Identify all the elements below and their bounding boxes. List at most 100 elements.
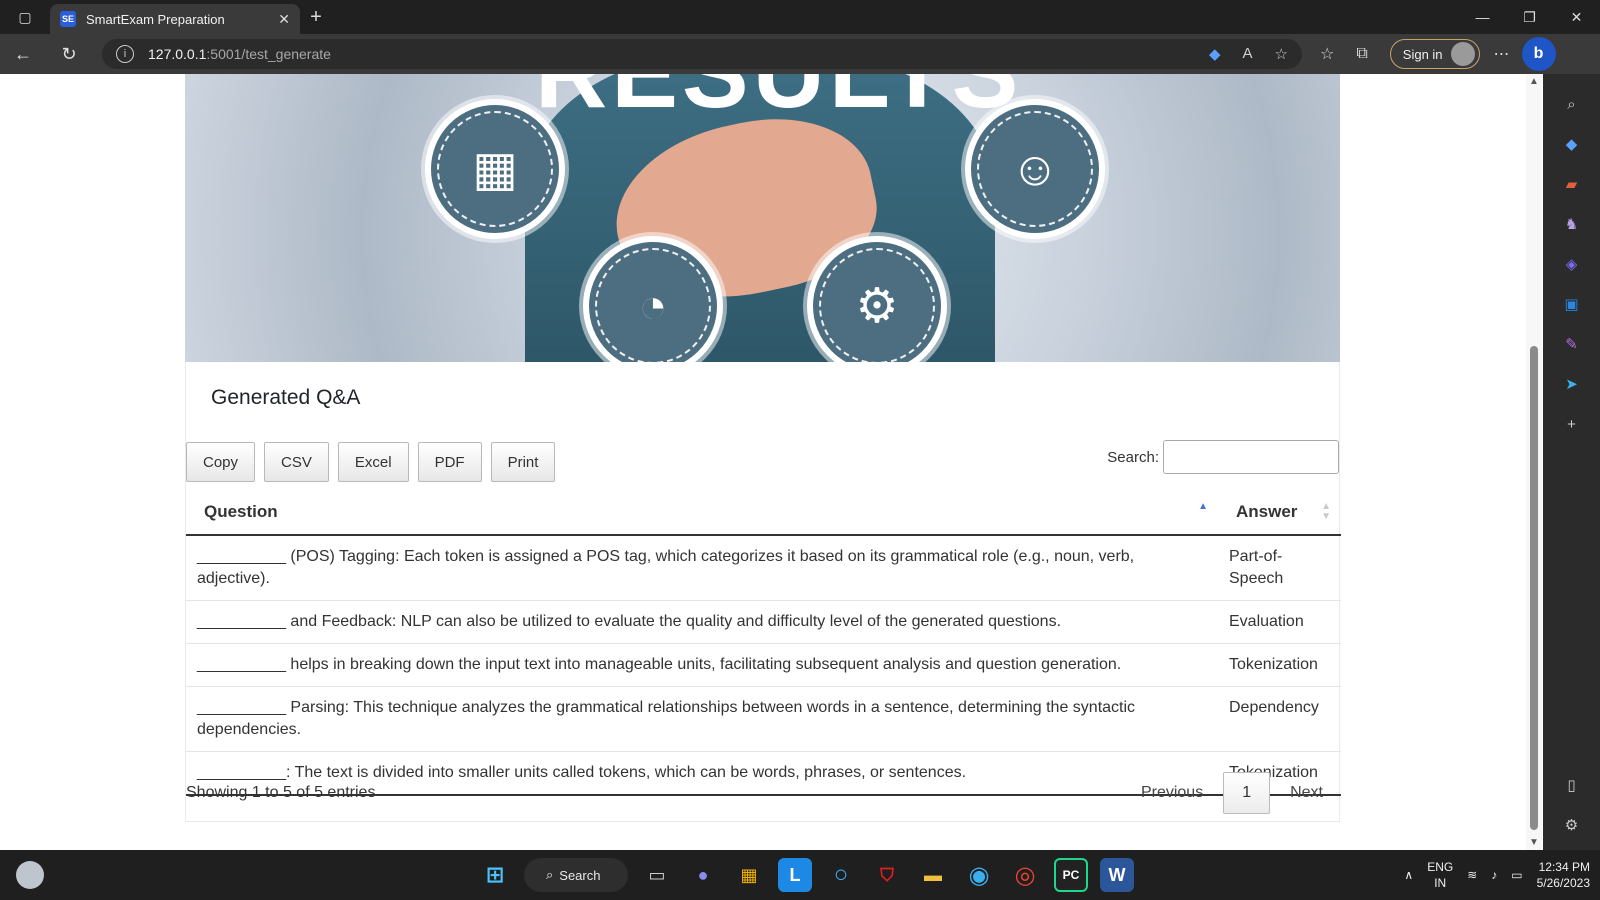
volume-icon[interactable]: ♪ [1491, 868, 1497, 882]
back-icon[interactable]: ← [0, 44, 46, 65]
web-page: RESULTS ▦ ☺ ◔ ⚙ Generated Q&A Copy CSV E… [0, 74, 1526, 850]
scroll-down-icon[interactable]: ▼ [1529, 837, 1539, 848]
clock-date: 5/26/2023 [1536, 876, 1590, 890]
drop-icon[interactable]: ➤ [1561, 373, 1583, 395]
word-icon[interactable]: W [1100, 858, 1134, 892]
tab-actions-icon[interactable]: ▢ [0, 0, 50, 34]
copilot-icon[interactable]: b [1521, 37, 1556, 71]
shopping-icon[interactable]: ◆ [1561, 133, 1583, 155]
clock-time: 12:34 PM [1538, 860, 1590, 874]
add-favorite-icon[interactable]: ☆ [1275, 45, 1288, 63]
export-buttons: Copy CSV Excel PDF Print [186, 442, 556, 482]
page-1-button[interactable]: 1 [1223, 772, 1271, 814]
system-tray: ∧ ENG IN ≋ ♪ ▭ 12:34 PM 5/26/2023 [1404, 850, 1590, 900]
banner-heading: RESULTS [535, 74, 1022, 131]
sort-both-icon: ▲ ▼ [1321, 501, 1331, 522]
taskbar-search-label: Search [559, 867, 601, 883]
scrollbar-thumb[interactable] [1530, 346, 1538, 830]
browser-tab[interactable]: SE SmartExam Preparation ✕ [50, 4, 300, 34]
windows-taskbar: ⊞ ⌕ Search ▭ ● ▦ L ○ ⛉ ▬ ◉ ◎ PC W ∧ ENG … [0, 850, 1600, 900]
answer-cell: Dependency [1218, 686, 1341, 752]
search-icon[interactable]: ⌕ [1561, 93, 1583, 115]
next-button[interactable]: Next [1274, 772, 1339, 814]
avatar-icon [1450, 42, 1475, 66]
pagination: Previous 1 Next [1125, 772, 1339, 814]
address-toolbar: ← ↻ i 127.0.0.1:5001/test_generate ◆ A ☆… [0, 34, 1600, 74]
close-window-icon[interactable]: ✕ [1553, 0, 1600, 34]
excel-button[interactable]: Excel [337, 442, 409, 482]
taskbar-search-button[interactable]: ⌕ Search [524, 858, 628, 892]
region-code: IN [1434, 876, 1447, 890]
sign-in-label: Sign in [1402, 46, 1443, 62]
start-windows-icon[interactable]: ⊞ [478, 858, 512, 892]
column-header-label: Answer [1236, 502, 1298, 521]
clock[interactable]: 12:34 PM 5/26/2023 [1537, 859, 1590, 891]
wifi-icon[interactable]: ≋ [1467, 868, 1477, 882]
hospital-icon: ▦ [425, 99, 565, 239]
question-cell: __________ Parsing: This technique analy… [186, 686, 1218, 752]
search-input[interactable] [1163, 440, 1339, 474]
favicon-icon: SE [60, 11, 76, 27]
battery-icon[interactable]: ▭ [1511, 868, 1522, 882]
copy-button[interactable]: Copy [186, 442, 256, 482]
column-header-question[interactable]: Question ▲ [186, 490, 1218, 536]
previous-button[interactable]: Previous [1125, 772, 1219, 814]
language-indicator[interactable]: ENG IN [1427, 859, 1453, 891]
add-sidebar-app-icon[interactable]: + [1561, 413, 1583, 435]
restore-icon[interactable]: ❐ [1506, 0, 1553, 34]
file-explorer-icon[interactable]: ▬ [916, 858, 950, 892]
more-options-icon[interactable]: ⋯ [1494, 44, 1510, 64]
tools-icon[interactable]: ▰ [1561, 173, 1583, 195]
read-aloud-icon[interactable]: A [1243, 45, 1253, 63]
l-app-icon[interactable]: L [778, 858, 812, 892]
new-tab-icon[interactable]: + [300, 0, 332, 34]
favorites-icon[interactable]: ☆ [1320, 44, 1334, 64]
search-icon: ⌕ [546, 867, 554, 882]
games-icon[interactable]: ♞ [1561, 213, 1583, 235]
table-row: __________ and Feedback: NLP can also be… [186, 600, 1341, 644]
print-button[interactable]: Print [490, 442, 556, 482]
cortana-icon[interactable]: ○ [824, 858, 858, 892]
mcafee-icon[interactable]: ⛉ [870, 858, 904, 892]
sidebar-settings-icon[interactable]: ⚙ [1561, 814, 1583, 836]
csv-button[interactable]: CSV [264, 442, 329, 482]
column-header-label: Question [204, 502, 278, 521]
question-cell: __________ and Feedback: NLP can also be… [186, 600, 1218, 644]
close-tab-icon[interactable]: ✕ [278, 11, 290, 28]
edge-browser-icon[interactable]: ◉ [962, 858, 996, 892]
task-view-icon[interactable]: ▭ [640, 858, 674, 892]
tab-title: SmartExam Preparation [86, 11, 225, 27]
answer-cell: Tokenization [1218, 643, 1341, 687]
page-title: Generated Q&A [211, 386, 361, 409]
microsoft-365-icon[interactable]: ◈ [1561, 253, 1583, 275]
address-bar[interactable]: i 127.0.0.1:5001/test_generate ◆ A ☆ [102, 39, 1302, 69]
browser-tools: ☆ ⧉ Sign in [1320, 39, 1480, 69]
minimize-icon[interactable]: — [1459, 0, 1506, 34]
site-info-icon[interactable]: i [116, 45, 134, 63]
table-row: __________ Parsing: This technique analy… [186, 686, 1341, 752]
shopping-tag-icon[interactable]: ◆ [1209, 45, 1221, 63]
table-info: Showing 1 to 5 of 5 entries [186, 784, 376, 801]
answer-cell: Part-of-Speech [1229, 548, 1284, 587]
refresh-icon[interactable]: ↻ [46, 44, 92, 65]
question-cell: __________ helps in breaking down the in… [186, 643, 1218, 687]
sign-in-button[interactable]: Sign in [1389, 39, 1480, 69]
chat-icon[interactable]: ● [686, 858, 720, 892]
weather-icon[interactable] [16, 861, 44, 889]
taskbar-apps: ⊞ ⌕ Search ▭ ● ▦ L ○ ⛉ ▬ ◉ ◎ PC W [478, 850, 1134, 900]
pycharm-icon[interactable]: PC [1054, 858, 1088, 892]
designer-icon[interactable]: ✎ [1561, 333, 1583, 355]
microsoft-store-icon[interactable]: ▦ [732, 858, 766, 892]
table-row: __________ (POS) Tagging: Each token is … [186, 535, 1341, 601]
show-hidden-icons-icon[interactable]: ∧ [1404, 868, 1413, 882]
pdf-button[interactable]: PDF [417, 442, 482, 482]
chrome-icon[interactable]: ◎ [1008, 858, 1042, 892]
scroll-up-icon[interactable]: ▲ [1529, 76, 1539, 87]
outlook-icon[interactable]: ▣ [1561, 293, 1583, 315]
hide-sidebar-icon[interactable]: ▯ [1561, 774, 1583, 796]
collections-icon[interactable]: ⧉ [1356, 45, 1367, 63]
url-host: 127.0.0.1 [148, 46, 207, 62]
column-header-answer[interactable]: Answer ▲ ▼ [1218, 490, 1341, 536]
page-scrollbar[interactable]: ▲ ▼ [1526, 74, 1542, 850]
qa-card: Generated Q&A Copy CSV Excel PDF Print S… [185, 362, 1341, 822]
